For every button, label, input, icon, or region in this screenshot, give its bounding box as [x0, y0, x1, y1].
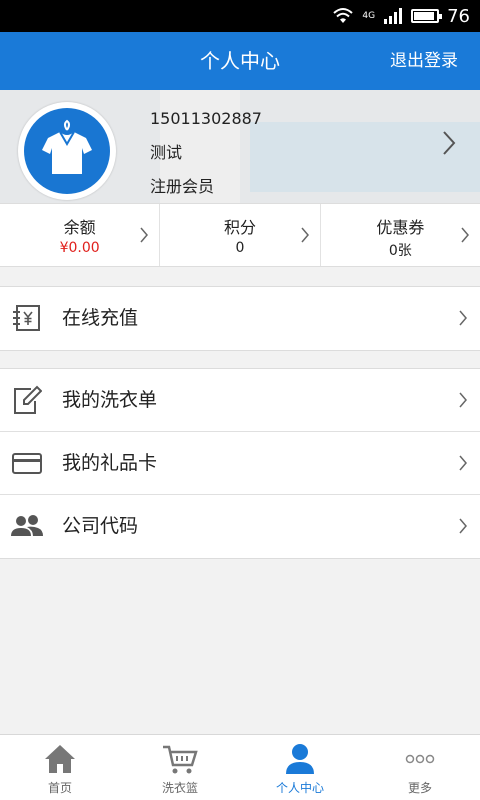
- balance-stat[interactable]: 余额 ¥0.00: [0, 204, 159, 266]
- user-icon: [286, 744, 314, 774]
- profile-card[interactable]: 15011302887 测试 注册会员: [0, 90, 480, 203]
- chevron-right-icon: [140, 227, 149, 243]
- menu-item-label: 在线充值: [62, 307, 139, 329]
- menu-item-label: 我的礼品卡: [62, 452, 158, 474]
- battery-level: 76: [447, 5, 470, 27]
- account-stats: 余额 ¥0.00 积分 0 优惠券 0张: [0, 203, 480, 267]
- menu-item-orders[interactable]: 我的洗衣单: [0, 369, 480, 432]
- coupon-label: 优惠券: [376, 218, 425, 237]
- signal-icon: [384, 8, 403, 24]
- chevron-right-icon: [459, 455, 467, 471]
- home-icon: [45, 745, 75, 773]
- points-value: 0: [235, 240, 245, 256]
- tab-home[interactable]: 首页: [0, 735, 120, 800]
- avatar: [18, 102, 116, 200]
- menu-item-giftcard[interactable]: 我的礼品卡: [0, 432, 480, 495]
- recharge-icon: [13, 305, 40, 331]
- edit-note-icon: [14, 385, 42, 414]
- coupon-value: 0张: [388, 243, 412, 259]
- balance-value: ¥0.00: [59, 240, 100, 256]
- chevron-right-icon: [301, 227, 309, 243]
- network-label: 4G: [362, 11, 376, 21]
- points-stat[interactable]: 积分 0: [159, 204, 319, 266]
- battery-icon: [411, 9, 443, 23]
- bottom-tab-bar: 首页 洗衣篮 个人中心 更多: [0, 734, 480, 800]
- tab-label: 更多: [407, 781, 432, 795]
- chevron-right-icon: [461, 227, 469, 243]
- points-label: 积分: [223, 218, 256, 237]
- recharge-group: 在线充值: [0, 286, 480, 351]
- card-icon: [12, 453, 42, 474]
- user-name: 测试: [150, 143, 183, 162]
- logout-button[interactable]: 退出登录: [390, 32, 458, 90]
- more-icon: [405, 754, 435, 764]
- shirt-icon: [42, 119, 92, 174]
- member-level: 注册会员: [150, 177, 215, 196]
- tab-profile[interactable]: 个人中心: [240, 735, 360, 800]
- tab-label: 个人中心: [275, 781, 324, 795]
- status-bar: 4G 76: [0, 0, 480, 32]
- balance-label: 余额: [63, 218, 96, 237]
- menu-item-company-code[interactable]: 公司代码: [0, 495, 480, 558]
- users-icon: [11, 515, 43, 536]
- chevron-right-icon: [459, 310, 467, 326]
- tab-basket[interactable]: 洗衣篮: [120, 735, 240, 800]
- tab-more[interactable]: 更多: [360, 735, 480, 800]
- menu-item-recharge[interactable]: 在线充值: [0, 287, 480, 350]
- cart-icon: [163, 745, 198, 774]
- phone-number: 15011302887: [150, 109, 262, 128]
- chevron-right-icon: [443, 131, 456, 155]
- chevron-right-icon: [459, 392, 467, 408]
- tab-label: 首页: [47, 781, 72, 795]
- menu-item-label: 公司代码: [62, 515, 139, 537]
- coupon-stat[interactable]: 优惠券 0张: [319, 204, 480, 266]
- chevron-right-icon: [459, 518, 467, 534]
- menu-item-label: 我的洗衣单: [62, 389, 158, 411]
- tab-label: 洗衣篮: [161, 781, 198, 795]
- account-menu-group: 我的洗衣单 我的礼品卡 公司代码: [0, 368, 480, 559]
- wifi-icon: [333, 8, 354, 23]
- header-bar: 个人中心 退出登录: [0, 32, 480, 90]
